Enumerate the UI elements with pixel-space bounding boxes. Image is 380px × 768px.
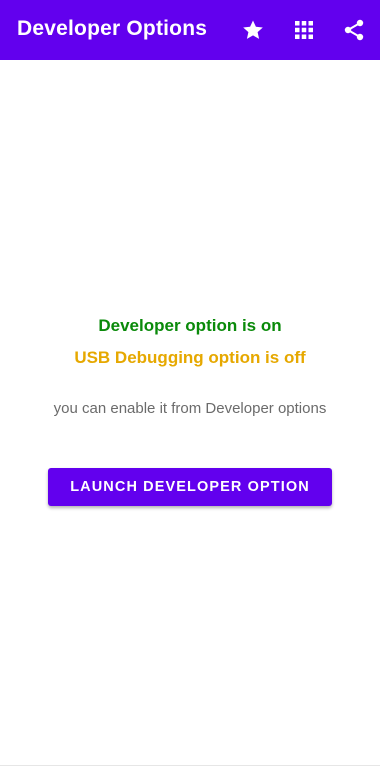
launch-developer-option-button[interactable]: LAUNCH DEVELOPER OPTION <box>48 468 332 506</box>
developer-option-status: Developer option is on <box>98 316 282 335</box>
usb-debugging-status: USB Debugging option is off <box>74 348 306 367</box>
app-bar: Developer Options <box>0 0 380 60</box>
favorite-button[interactable] <box>239 16 267 44</box>
apps-grid-icon <box>293 19 315 41</box>
enable-hint-text: you can enable it from Developer options <box>53 400 327 417</box>
more-apps-button[interactable] <box>290 16 318 44</box>
page-title: Developer Options <box>17 17 208 40</box>
share-button[interactable] <box>340 16 368 44</box>
share-icon <box>342 18 366 42</box>
star-icon <box>241 18 265 42</box>
app-screen: Developer Options Developer option is on… <box>0 0 380 768</box>
bottom-divider <box>0 765 380 766</box>
